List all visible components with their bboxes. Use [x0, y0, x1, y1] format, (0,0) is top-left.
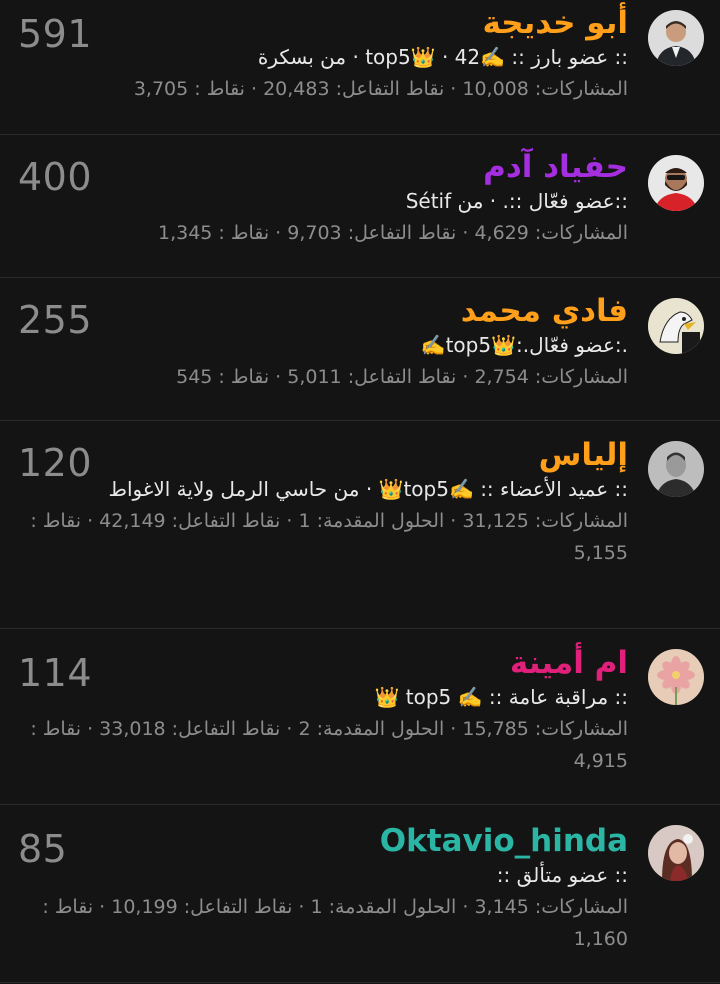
member-stats: المشاركات: 10,008 · نقاط التفاعل: 20,483…: [133, 78, 628, 100]
bearded-man-avatar-icon: [648, 155, 704, 211]
avatar[interactable]: [648, 825, 704, 881]
avatar[interactable]: [648, 155, 704, 211]
member-rank-info: ::عضو فعّال ::. · من Sétif: [405, 189, 628, 213]
avatar[interactable]: [648, 298, 704, 354]
flower-avatar-icon: [648, 649, 704, 705]
member-name[interactable]: Oktavio_hinda: [16, 822, 628, 860]
list-item[interactable]: 85 Oktavio_hinda :: عضو متألق :: المشارك…: [0, 805, 720, 983]
avatar[interactable]: [648, 10, 704, 66]
member-rank-info: :: عضو بارز :: ✍️top5👑 · 42 · من بسكرة: [257, 45, 628, 69]
member-stats: المشاركات: 2,754 · نقاط التفاعل: 5,011 ·…: [176, 366, 628, 388]
members-list: 591 أبو خديجة :: عضو بارز :: ✍️top5👑 · 4…: [0, 0, 720, 983]
eagle-avatar-icon: [648, 298, 704, 354]
man-in-suit-avatar-icon: [648, 10, 704, 66]
list-item[interactable]: 591 أبو خديجة :: عضو بارز :: ✍️top5👑 · 4…: [0, 0, 720, 135]
member-rank-info: :: مراقبة عامة :: ✍️ top5 👑: [374, 685, 629, 709]
list-item[interactable]: 114 ام أمينة :: مراقبة عامة :: ✍️ top5 👑…: [0, 629, 720, 805]
member-stats: المشاركات: 3,145 · الحلول المقدمة: 1 · ن…: [42, 896, 628, 950]
avatar[interactable]: [648, 441, 704, 497]
member-stats: المشاركات: 15,785 · الحلول المقدمة: 2 · …: [30, 718, 628, 772]
list-item[interactable]: 400 حفياد آدم ::عضو فعّال ::. · من Sétif…: [0, 135, 720, 278]
member-rank-info: :: عميد الأعضاء :: ✍️top5👑 · من حاسي الر…: [108, 477, 629, 501]
woman-avatar-icon: [648, 825, 704, 881]
member-stats: المشاركات: 4,629 · نقاط التفاعل: 9,703 ·…: [157, 222, 628, 244]
member-name[interactable]: ام أمينة: [16, 644, 628, 682]
avatar[interactable]: [648, 649, 704, 705]
list-item[interactable]: 120 إلياس :: عميد الأعضاء :: ✍️top5👑 · م…: [0, 421, 720, 629]
member-name[interactable]: فادي محمد: [16, 292, 628, 330]
member-name[interactable]: حفياد آدم: [16, 148, 628, 186]
member-rank-info: :: عضو متألق ::: [496, 863, 628, 887]
man-portrait-avatar-icon: [648, 441, 704, 497]
member-rank-info: .:عضو فعّال.:👑top5✍️: [420, 333, 628, 357]
member-stats: المشاركات: 31,125 · الحلول المقدمة: 1 · …: [30, 510, 628, 564]
member-name[interactable]: أبو خديجة: [16, 4, 628, 42]
list-item[interactable]: 255 فادي محمد .:عضو فعّال.:👑top5✍️ المشا…: [0, 278, 720, 421]
member-name[interactable]: إلياس: [16, 436, 628, 474]
